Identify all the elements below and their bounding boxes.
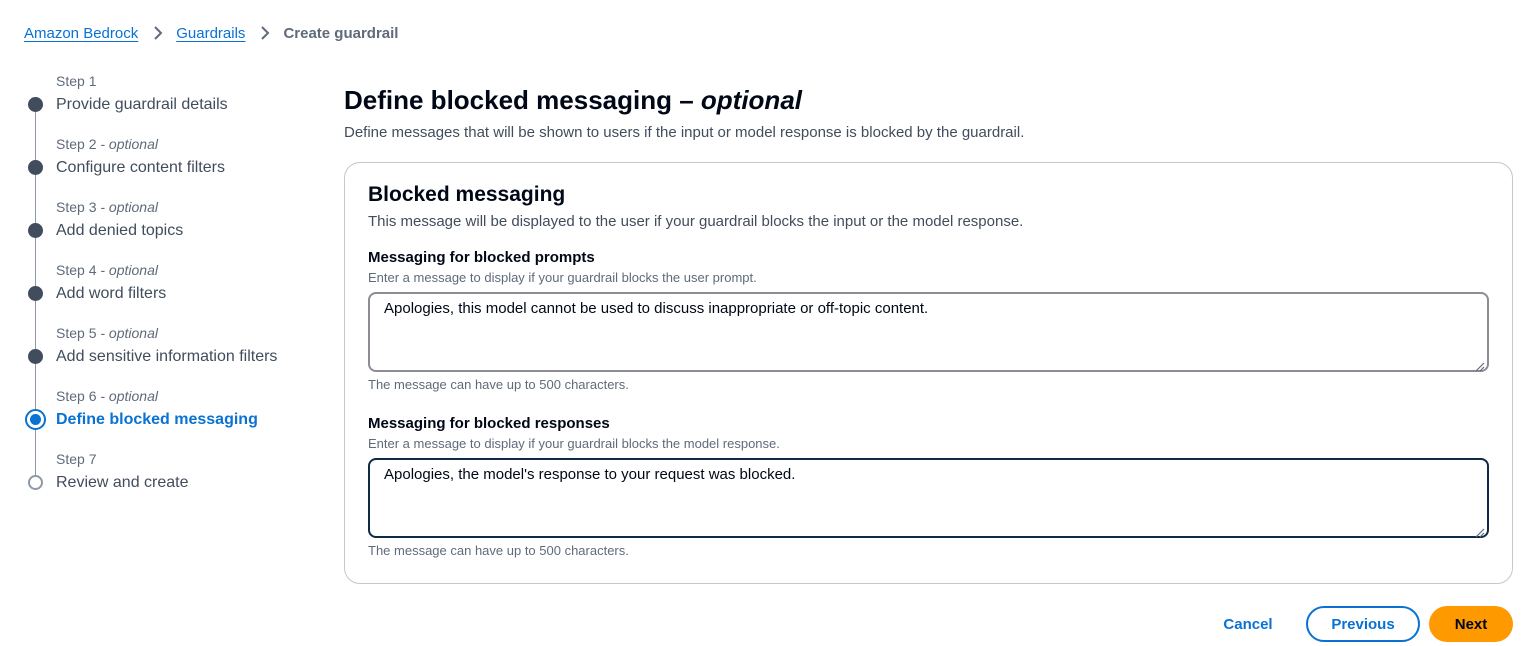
blocked-responses-value: Apologies, the model's response to your … xyxy=(384,466,796,483)
step-optional: - optional xyxy=(96,136,158,152)
page-title-dash: – xyxy=(671,85,701,115)
wizard-step-4: Step 4 - optional Add word filters xyxy=(24,261,324,356)
panel-description: This message will be displayed to the us… xyxy=(368,213,1024,230)
step-complete-icon xyxy=(28,223,43,238)
breadcrumb: Amazon Bedrock Guardrails Create guardra… xyxy=(24,22,398,44)
step-optional: - optional xyxy=(96,325,158,341)
step-optional: - optional xyxy=(96,199,158,215)
next-button[interactable]: Next xyxy=(1429,606,1513,642)
step-number-text: Step 1 xyxy=(56,73,97,89)
step-number-text: Step 2 xyxy=(56,136,97,152)
blocked-messaging-panel: Blocked messaging This message will be d… xyxy=(344,162,1513,584)
resize-handle-icon[interactable] xyxy=(1475,524,1485,538)
wizard-step-6: Step 6 - optional Define blocked messagi… xyxy=(24,387,324,482)
panel-title: Blocked messaging xyxy=(368,183,566,206)
blocked-prompts-description: Enter a message to display if your guard… xyxy=(368,270,757,285)
step-number: Step 4 - optional xyxy=(56,261,324,280)
step-number: Step 5 - optional xyxy=(56,324,324,343)
blocked-prompts-textarea[interactable]: Apologies, this model cannot be used to … xyxy=(368,292,1489,372)
wizard-step-5: Step 5 - optional Add sensitive informat… xyxy=(24,324,324,419)
chevron-right-icon xyxy=(259,25,271,41)
blocked-prompts-hint: The message can have up to 500 character… xyxy=(368,377,629,392)
blocked-responses-textarea[interactable]: Apologies, the model's response to your … xyxy=(368,458,1489,538)
step-link-content-filters[interactable]: Configure content filters xyxy=(56,157,324,179)
breadcrumb-link-guardrails[interactable]: Guardrails xyxy=(176,25,245,42)
step-complete-icon xyxy=(28,286,43,301)
page-title: Define blocked messaging – optional xyxy=(344,84,802,116)
step-number: Step 3 - optional xyxy=(56,198,324,217)
blocked-responses-hint: The message can have up to 500 character… xyxy=(368,543,629,558)
step-number-text: Step 6 xyxy=(56,388,97,404)
blocked-responses-description: Enter a message to display if your guard… xyxy=(368,436,780,451)
step-number: Step 2 - optional xyxy=(56,135,324,154)
step-current-icon xyxy=(25,409,46,430)
step-pending-icon xyxy=(28,475,43,490)
step-number-text: Step 5 xyxy=(56,325,97,341)
wizard-step-7: Step 7 Review and create xyxy=(24,450,324,513)
step-complete-icon xyxy=(28,97,43,112)
breadcrumb-current: Create guardrail xyxy=(283,24,399,42)
page-description: Define messages that will be shown to us… xyxy=(344,124,1025,141)
step-complete-icon xyxy=(28,349,43,364)
step-link-provide-details[interactable]: Provide guardrail details xyxy=(56,94,324,116)
breadcrumb-link-amazon-bedrock[interactable]: Amazon Bedrock xyxy=(24,25,138,42)
step-review-and-create: Review and create xyxy=(56,474,189,491)
wizard-step-3: Step 3 - optional Add denied topics xyxy=(24,198,324,293)
page-title-text: Define blocked messaging xyxy=(344,85,672,115)
page-title-optional: optional xyxy=(700,85,802,115)
step-complete-icon xyxy=(28,160,43,175)
blocked-prompts-label: Messaging for blocked prompts xyxy=(368,249,595,266)
resize-handle-icon[interactable] xyxy=(1475,358,1485,372)
step-number: Step 7 xyxy=(56,450,324,469)
step-optional: - optional xyxy=(96,388,158,404)
wizard-steps: Step 1 Provide guardrail details Step 2 … xyxy=(24,72,324,513)
cancel-button[interactable]: Cancel xyxy=(1206,606,1290,642)
step-link-word-filters[interactable]: Add word filters xyxy=(56,283,324,305)
step-number-text: Step 3 xyxy=(56,199,97,215)
step-current-blocked-messaging: Define blocked messaging xyxy=(56,411,258,428)
wizard-step-2: Step 2 - optional Configure content filt… xyxy=(24,135,324,230)
blocked-responses-label: Messaging for blocked responses xyxy=(368,415,610,432)
previous-button[interactable]: Previous xyxy=(1306,606,1420,642)
blocked-prompts-value: Apologies, this model cannot be used to … xyxy=(384,300,929,317)
chevron-right-icon xyxy=(152,25,164,41)
step-number-text: Step 7 xyxy=(56,451,97,467)
step-number: Step 6 - optional xyxy=(56,387,324,406)
wizard-step-1: Step 1 Provide guardrail details xyxy=(24,72,324,167)
create-guardrail-page: Amazon Bedrock Guardrails Create guardra… xyxy=(0,0,1522,646)
step-link-sensitive-info[interactable]: Add sensitive information filters xyxy=(56,346,324,368)
step-optional: - optional xyxy=(96,262,158,278)
step-link-denied-topics[interactable]: Add denied topics xyxy=(56,220,324,242)
step-number: Step 1 xyxy=(56,72,324,91)
step-number-text: Step 4 xyxy=(56,262,97,278)
